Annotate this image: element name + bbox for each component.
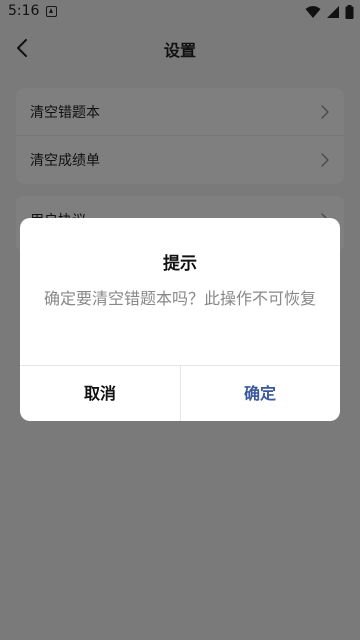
- settings-screen: 5:16 设置 清空错题本: [0, 0, 360, 640]
- cancel-button[interactable]: 取消: [20, 366, 180, 421]
- confirm-button[interactable]: 确定: [180, 366, 340, 421]
- dialog-title: 提示: [163, 254, 197, 274]
- confirm-dialog: 提示 确定要清空错题本吗？此操作不可恢复 取消 确定: [20, 218, 340, 421]
- dialog-message: 确定要清空错题本吗？此操作不可恢复: [43, 289, 316, 308]
